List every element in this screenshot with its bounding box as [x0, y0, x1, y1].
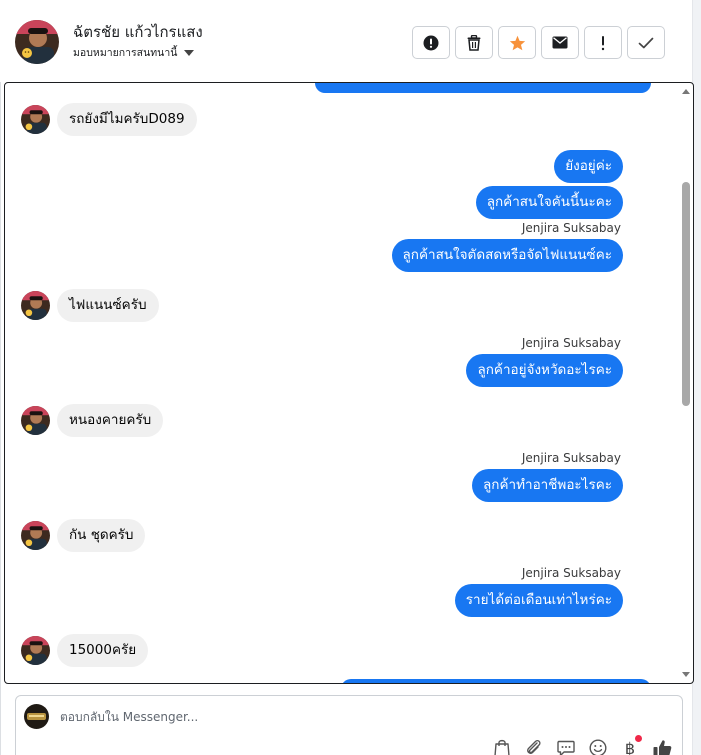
chat-bubble-icon [557, 740, 575, 755]
exclamation-circle-icon [423, 35, 439, 50]
message-bubble-incoming[interactable]: รถยังมีไมครับD089 [57, 103, 197, 136]
done-button[interactable] [627, 26, 665, 59]
contact-avatar-small [21, 406, 50, 435]
assign-conversation-dropdown[interactable]: มอบหมายการสนทนานี้ [73, 44, 195, 61]
message-bubble-partial-bottom [341, 679, 651, 683]
message-row-outgoing: ลูกค้าสนใจคันนี้นะคะ [475, 186, 623, 219]
contact-name[interactable]: ฉัตรชัย แก้วไกรแสง [73, 20, 203, 44]
star-icon [509, 35, 525, 50]
page-avatar [24, 704, 49, 729]
like-button[interactable] [652, 738, 672, 755]
report-button[interactable] [412, 26, 450, 59]
contact-avatar-small [21, 105, 50, 134]
saved-replies-button[interactable] [556, 738, 576, 755]
scrollbar-thumb[interactable] [682, 182, 690, 406]
sender-name: Jenjira Suksabay [521, 336, 621, 350]
message-row-incoming: รถยังมีไมครับD089 [21, 103, 197, 136]
conversation-actions [412, 26, 665, 59]
message-composer: ฿ [15, 695, 683, 755]
spam-button[interactable] [584, 26, 622, 59]
emoji-button[interactable] [588, 738, 608, 755]
message-row-incoming: ไฟแนนซ์ครับ [21, 289, 159, 322]
message-bubble-outgoing[interactable]: ลูกค้าทำอาชีพอะไรคะ [472, 469, 623, 502]
smiley-icon [589, 739, 607, 755]
message-list: รถยังมีไมครับD089 ยังอยู่ค่ะ ลูกค้าสนใจค… [5, 83, 665, 683]
sender-name: Jenjira Suksabay [521, 566, 621, 580]
message-bubble-outgoing[interactable]: ลูกค้าอยู่จังหวัดอะไรคะ [466, 354, 623, 387]
scroll-down-arrow-icon[interactable] [682, 672, 690, 677]
paperclip-icon [527, 739, 541, 754]
conversation-header: ฉัตรชัย แก้วไกรแสง มอบหมายการสนทนานี้ [0, 0, 692, 82]
envelope-icon [552, 36, 568, 49]
check-icon [638, 37, 654, 48]
message-row-outgoing: ยังอยู่ค่ะ [554, 150, 623, 183]
message-bubble-outgoing[interactable]: ยังอยู่ค่ะ [554, 150, 623, 183]
notification-dot [635, 735, 642, 742]
payment-button[interactable]: ฿ [620, 735, 642, 755]
message-bubble-incoming[interactable]: หนองคายครับ [57, 404, 164, 437]
message-row-outgoing: Jenjira Suksabay ลูกค้าอยู่จังหวัดอะไรคะ [466, 336, 623, 387]
message-row-incoming: กัน ชุดครับ [21, 519, 146, 552]
attach-button[interactable] [524, 738, 544, 755]
thumbs-up-icon [653, 739, 671, 755]
caret-down-icon [184, 49, 195, 56]
trash-icon [467, 34, 481, 51]
message-bubble-partial-top [315, 83, 651, 93]
contact-avatar[interactable] [15, 20, 59, 64]
message-row-incoming: 15000ครัย [21, 634, 149, 667]
message-row-outgoing: Jenjira Suksabay รายได้ต่อเดือนเท่าไหร่ค… [454, 566, 623, 617]
message-bubble-incoming[interactable]: ไฟแนนซ์ครับ [57, 289, 159, 322]
delete-button[interactable] [455, 26, 493, 59]
message-bubble-incoming[interactable]: 15000ครัย [57, 634, 149, 667]
contact-avatar-small [21, 636, 50, 665]
message-bubble-incoming[interactable]: กัน ชุดครับ [57, 519, 146, 552]
shopping-bag-icon [494, 739, 510, 755]
contact-avatar-small [21, 521, 50, 550]
star-button[interactable] [498, 26, 536, 59]
reply-input[interactable] [60, 707, 560, 727]
contact-avatar-small [21, 291, 50, 320]
message-row-incoming: หนองคายครับ [21, 404, 164, 437]
conversation-panel: ฉัตรชัย แก้วไกรแสง มอบหมายการสนทนานี้ รถ… [0, 0, 701, 755]
assign-label: มอบหมายการสนทนานี้ [73, 47, 178, 59]
message-row-outgoing: Jenjira Suksabay ลูกค้าทำอาชีพอะไรคะ [472, 451, 623, 502]
sender-name: Jenjira Suksabay [521, 221, 621, 235]
shopping-bag-button[interactable] [492, 738, 512, 755]
sender-name: Jenjira Suksabay [521, 451, 621, 465]
message-bubble-outgoing[interactable]: ลูกค้าสนใจคันนี้นะคะ [475, 186, 623, 219]
left-border [0, 0, 1, 755]
right-gutter [693, 0, 701, 755]
composer-toolbar: ฿ [492, 735, 672, 755]
scroll-up-arrow-icon[interactable] [682, 89, 690, 94]
message-row-outgoing: Jenjira Suksabay ลูกค้าสนใจตัดสดหรือจัดไ… [391, 221, 623, 272]
baht-icon: ฿ [624, 738, 636, 755]
thread-scrollbar[interactable] [680, 83, 692, 683]
message-bubble-outgoing[interactable]: รายได้ต่อเดือนเท่าไหร่คะ [454, 584, 623, 617]
message-bubble-outgoing[interactable]: ลูกค้าสนใจตัดสดหรือจัดไฟแนนซ์คะ [391, 239, 623, 272]
mark-unread-button[interactable] [541, 26, 579, 59]
exclamation-icon [601, 35, 605, 50]
message-thread[interactable]: รถยังมีไมครับD089 ยังอยู่ค่ะ ลูกค้าสนใจค… [4, 82, 694, 684]
